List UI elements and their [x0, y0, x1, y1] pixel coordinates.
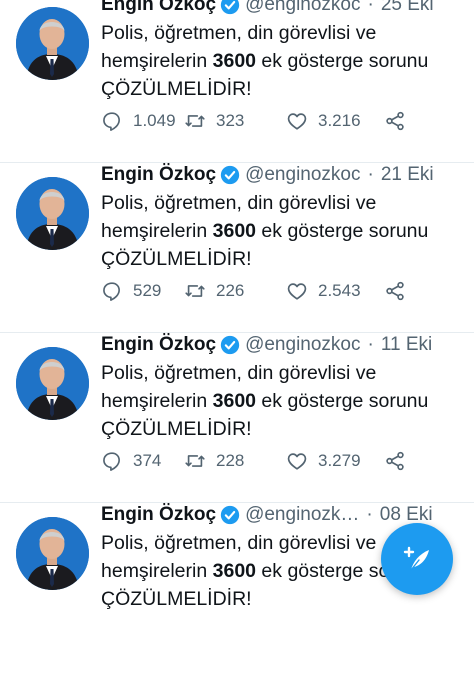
retweet-icon	[185, 285, 205, 297]
avatar[interactable]	[16, 517, 89, 590]
tweet-actions: 529 226 2.543	[101, 278, 421, 304]
avatar[interactable]	[16, 177, 89, 250]
reply-button[interactable]: 374	[101, 448, 161, 474]
share-button[interactable]	[384, 108, 406, 134]
tweet[interactable]: Engin Özkoç @enginozkoc · 21 Eki Polis, …	[0, 163, 474, 333]
author-handle[interactable]: @enginozkoc	[245, 163, 360, 187]
like-count: 3.216	[318, 111, 361, 130]
reply-button[interactable]: 1.049	[101, 108, 176, 134]
author-handle[interactable]: @enginozkoc	[245, 0, 360, 17]
retweet-count: 226	[216, 281, 245, 300]
author-handle[interactable]: @enginozkoc	[245, 333, 360, 357]
author-name[interactable]: Engin Özkoç	[101, 503, 216, 527]
retweet-button[interactable]: 228	[184, 448, 244, 474]
retweet-icon	[185, 455, 205, 467]
tweet-text-bold: 3600	[212, 560, 257, 582]
tweet-date[interactable]: 25 Eki	[381, 0, 434, 17]
compose-tweet-icon	[403, 546, 429, 571]
tweet-text: Polis, öğretmen, din görevlisi ve hemşir…	[101, 189, 461, 273]
tweet-actions: 374 228 3.279	[101, 448, 421, 474]
tweet-date[interactable]: 11 Eki	[381, 333, 432, 357]
like-count: 2.543	[318, 281, 361, 300]
reply-count: 374	[133, 451, 162, 470]
tweet-actions: 1.049 323 3.216	[101, 108, 421, 134]
like-icon	[287, 113, 307, 130]
tweet-text-bold: 3600	[212, 220, 257, 242]
verified-badge-icon	[220, 335, 240, 355]
author-name[interactable]: Engin Özkoç	[101, 0, 216, 17]
author-name[interactable]: Engin Özkoç	[101, 163, 216, 187]
retweet-button[interactable]: 323	[184, 108, 244, 134]
tweet-text: Polis, öğretmen, din görevlisi ve hemşir…	[101, 359, 461, 443]
verified-badge-icon	[220, 505, 240, 525]
verified-badge-icon	[220, 0, 240, 15]
like-button[interactable]: 2.543	[286, 278, 361, 304]
reply-button[interactable]: 529	[101, 278, 161, 304]
reply-icon	[103, 452, 120, 471]
tweet[interactable]: Engin Özkoç @enginozkoc · 11 Eki Polis, …	[0, 333, 474, 503]
retweet-count: 323	[216, 111, 245, 130]
like-button[interactable]: 3.216	[286, 108, 361, 134]
avatar[interactable]	[16, 347, 89, 420]
retweet-button[interactable]: 226	[184, 278, 244, 304]
share-icon	[386, 111, 404, 131]
separator-dot: ·	[367, 334, 374, 355]
share-icon	[386, 451, 404, 471]
reply-icon	[103, 282, 120, 301]
tweet-header: Engin Özkoç @enginozkoc · 11 Eki	[101, 333, 432, 357]
separator-dot: ·	[366, 504, 373, 525]
tweet-text-bold: 3600	[212, 390, 257, 412]
tweet-text-bold: 3600	[212, 50, 257, 72]
tweet-header: Engin Özkoç @enginozk… · 08 Eki	[101, 503, 433, 527]
reply-count: 529	[133, 281, 162, 300]
separator-dot: ·	[367, 164, 374, 185]
like-icon	[287, 453, 307, 470]
retweet-count: 228	[216, 451, 245, 470]
tweet-header: Engin Özkoç @enginozkoc · 21 Eki	[101, 163, 434, 187]
author-name[interactable]: Engin Özkoç	[101, 333, 216, 357]
share-icon	[386, 281, 404, 301]
tweet-date[interactable]: 21 Eki	[381, 163, 434, 187]
tweet[interactable]: Engin Özkoç @enginozkoc · 25 Eki Polis, …	[0, 0, 474, 163]
tweet-text: Polis, öğretmen, din görevlisi ve hemşir…	[101, 19, 461, 103]
compose-tweet-button[interactable]	[381, 523, 453, 595]
like-icon	[287, 283, 307, 300]
share-button[interactable]	[384, 448, 406, 474]
reply-icon	[103, 112, 120, 131]
avatar[interactable]	[16, 7, 89, 80]
like-count: 3.279	[318, 451, 361, 470]
reply-count: 1.049	[133, 111, 176, 130]
share-button[interactable]	[384, 278, 406, 304]
retweet-icon	[185, 115, 205, 127]
verified-badge-icon	[220, 165, 240, 185]
tweet-header: Engin Özkoç @enginozkoc · 25 Eki	[101, 0, 434, 17]
author-handle[interactable]: @enginozk…	[245, 503, 359, 527]
like-button[interactable]: 3.279	[286, 448, 361, 474]
separator-dot: ·	[367, 0, 374, 15]
